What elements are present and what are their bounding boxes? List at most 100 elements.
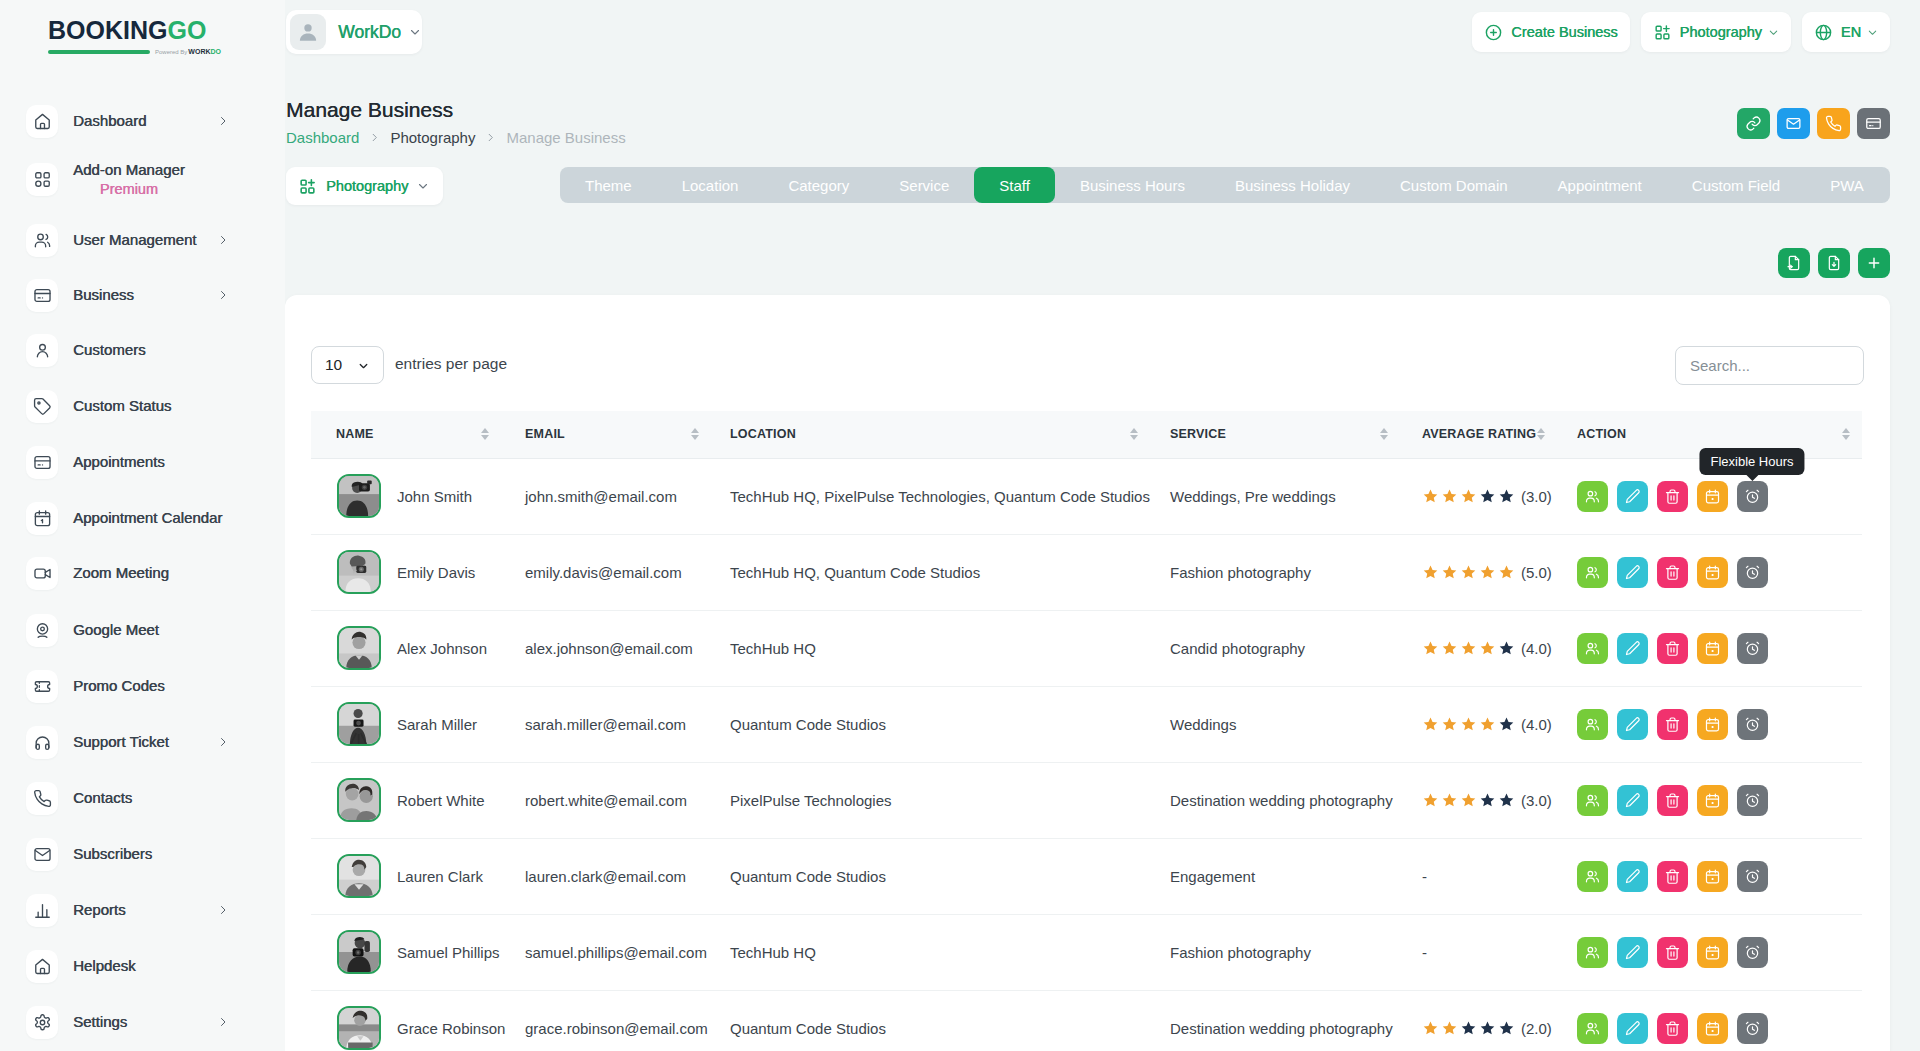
assign-users-button[interactable]	[1577, 709, 1608, 740]
sort-icon[interactable]	[691, 428, 699, 440]
import-button[interactable]	[1818, 248, 1850, 278]
tab-staff[interactable]: Staff	[974, 167, 1055, 203]
tab-custom-domain[interactable]: Custom Domain	[1375, 167, 1533, 203]
tab-theme[interactable]: Theme	[560, 167, 657, 203]
calendar-icon	[1704, 640, 1721, 657]
sidebar-item-appointment-calendar[interactable]: Appointment Calendar	[0, 490, 285, 546]
column-header-email[interactable]: EMAIL	[501, 411, 711, 458]
delete-button[interactable]	[1657, 1013, 1688, 1044]
delete-button[interactable]	[1657, 481, 1688, 512]
calendar-button[interactable]	[1697, 481, 1728, 512]
delete-button[interactable]	[1657, 557, 1688, 588]
calendar-button[interactable]	[1697, 557, 1728, 588]
column-header-name[interactable]: NAME	[311, 411, 501, 458]
business-switch-dropdown[interactable]: Photography	[1641, 12, 1791, 52]
flexible-hours-button[interactable]	[1737, 1013, 1768, 1044]
assign-users-button[interactable]	[1577, 633, 1608, 664]
sidebar-item-custom-status[interactable]: Custom Status	[0, 378, 285, 434]
assign-users-button[interactable]	[1577, 785, 1608, 816]
edit-button[interactable]	[1617, 557, 1648, 588]
sidebar-item-settings[interactable]: Settings	[0, 994, 285, 1050]
staff-service: Weddings	[1150, 686, 1400, 762]
edit-button[interactable]	[1617, 709, 1648, 740]
calendar-button[interactable]	[1697, 633, 1728, 664]
copy-link-button[interactable]	[1737, 108, 1770, 139]
edit-button[interactable]	[1617, 1013, 1648, 1044]
assign-users-button[interactable]	[1577, 557, 1608, 588]
tab-appointment[interactable]: Appointment	[1533, 167, 1667, 203]
sidebar-item-contacts[interactable]: Contacts	[0, 770, 285, 826]
sidebar-item-helpdesk[interactable]: Helpdesk	[0, 938, 285, 994]
delete-button[interactable]	[1657, 709, 1688, 740]
sort-icon[interactable]	[1537, 428, 1545, 440]
entries-per-page-select[interactable]: 10	[311, 346, 384, 384]
delete-button[interactable]	[1657, 861, 1688, 892]
tab-pwa[interactable]: PWA	[1805, 167, 1889, 203]
mail-button[interactable]	[1777, 108, 1810, 139]
calendar-button[interactable]	[1697, 709, 1728, 740]
calendar-button[interactable]	[1697, 937, 1728, 968]
sidebar-item-reports[interactable]: Reports	[0, 882, 285, 938]
ticket-icon	[26, 670, 58, 703]
edit-button[interactable]	[1617, 785, 1648, 816]
sort-icon[interactable]	[1380, 428, 1388, 440]
sidebar-item-dashboard[interactable]: Dashboard	[0, 93, 285, 149]
sort-icon[interactable]	[1842, 428, 1850, 440]
language-dropdown[interactable]: EN	[1802, 12, 1890, 52]
export-button[interactable]	[1778, 248, 1810, 278]
tab-location[interactable]: Location	[657, 167, 764, 203]
sidebar-item-promo-codes[interactable]: Promo Codes	[0, 658, 285, 714]
tab-business-holiday[interactable]: Business Holiday	[1210, 167, 1375, 203]
add-staff-button[interactable]	[1858, 248, 1890, 278]
tab-category[interactable]: Category	[763, 167, 874, 203]
users-icon	[1584, 564, 1601, 581]
staff-location: TechHub HQ, PixelPulse Technologies, Qua…	[711, 458, 1150, 534]
calendar-button[interactable]	[1697, 785, 1728, 816]
flexible-hours-button[interactable]	[1737, 633, 1768, 664]
sidebar-item-zoom-meeting[interactable]: Zoom Meeting	[0, 545, 285, 601]
tab-service[interactable]: Service	[874, 167, 974, 203]
calendar-button[interactable]	[1697, 1013, 1728, 1044]
assign-users-button[interactable]	[1577, 481, 1608, 512]
flexible-hours-button[interactable]	[1737, 709, 1768, 740]
flexible-hours-button[interactable]	[1737, 785, 1768, 816]
sidebar-item-support-ticket[interactable]: Support Ticket	[0, 714, 285, 770]
edit-button[interactable]	[1617, 861, 1648, 892]
delete-button[interactable]	[1657, 633, 1688, 664]
column-header-location[interactable]: LOCATION	[711, 411, 1150, 458]
sidebar-item-add-on-manager[interactable]: Add-on ManagerPremium	[0, 145, 285, 213]
edit-button[interactable]	[1617, 937, 1648, 968]
sidebar-item-business[interactable]: Business	[0, 267, 285, 323]
assign-users-button[interactable]	[1577, 1013, 1608, 1044]
edit-button[interactable]	[1617, 633, 1648, 664]
flexible-hours-button[interactable]	[1737, 861, 1768, 892]
tab-custom-field[interactable]: Custom Field	[1667, 167, 1805, 203]
sidebar-item-subscribers[interactable]: Subscribers	[0, 826, 285, 882]
assign-users-button[interactable]	[1577, 861, 1608, 892]
column-header-service[interactable]: SERVICE	[1150, 411, 1400, 458]
workspace-dropdown[interactable]: WorkDo	[286, 10, 422, 54]
sort-icon[interactable]	[1130, 428, 1138, 440]
edit-button[interactable]	[1617, 481, 1648, 512]
flexible-hours-button[interactable]	[1737, 937, 1768, 968]
search-input[interactable]	[1675, 346, 1864, 385]
assign-users-button[interactable]	[1577, 937, 1608, 968]
delete-button[interactable]	[1657, 937, 1688, 968]
sidebar-item-google-meet[interactable]: Google Meet	[0, 602, 285, 658]
breadcrumb-dashboard[interactable]: Dashboard	[286, 129, 359, 146]
tab-business-hours[interactable]: Business Hours	[1055, 167, 1210, 203]
sidebar-item-user-management[interactable]: User Management	[0, 212, 285, 268]
phone-button[interactable]	[1817, 108, 1850, 139]
sidebar-item-appointments[interactable]: Appointments	[0, 434, 285, 490]
business-select[interactable]: Photography	[286, 167, 443, 205]
sort-icon[interactable]	[481, 428, 489, 440]
create-business-button[interactable]: Create Business	[1472, 12, 1629, 52]
sidebar-item-customers[interactable]: Customers	[0, 322, 285, 378]
flexible-hours-button[interactable]	[1737, 557, 1768, 588]
column-header-average-rating[interactable]: AVERAGE RATING	[1400, 411, 1557, 458]
payment-button[interactable]	[1857, 108, 1890, 139]
calendar-button[interactable]	[1697, 861, 1728, 892]
delete-button[interactable]	[1657, 785, 1688, 816]
staff-service: Candid photography	[1150, 610, 1400, 686]
flexible-hours-button[interactable]	[1737, 481, 1768, 512]
